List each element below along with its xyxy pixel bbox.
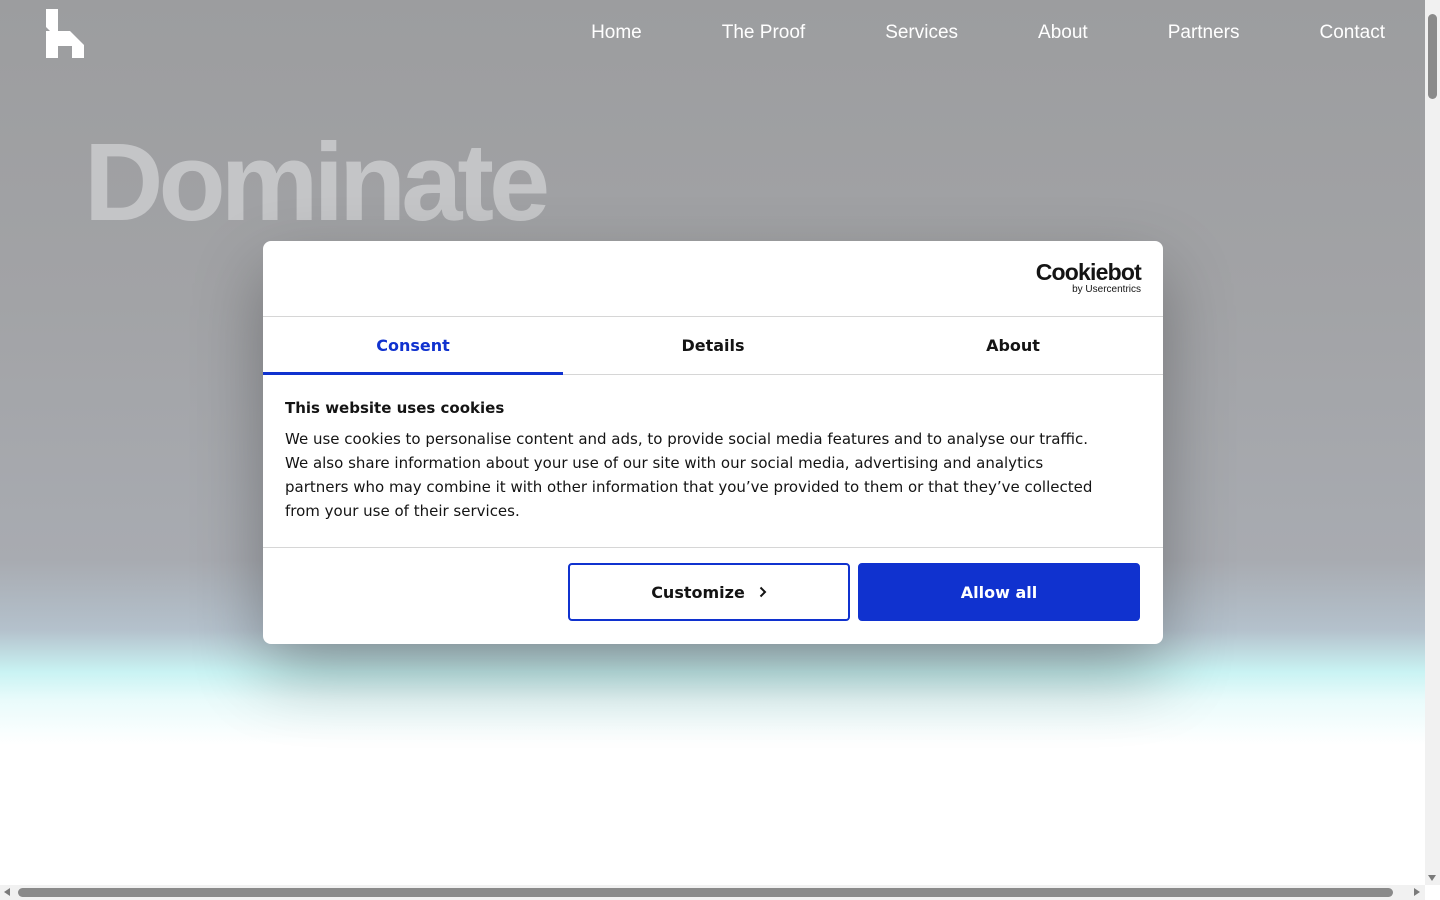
customize-button-label: Customize <box>651 582 745 602</box>
dialog-text: We use cookies to personalise content an… <box>285 430 1093 520</box>
chevron-right-icon <box>759 583 767 602</box>
tab-consent[interactable]: Consent <box>263 317 563 375</box>
dialog-tabs: Consent Details About <box>263 317 1163 375</box>
dialog-header: Cookiebot by Usercentrics <box>263 241 1163 317</box>
allow-all-button[interactable]: Allow all <box>858 563 1140 621</box>
page: Dominate Home The Proof Services About P… <box>0 0 1440 900</box>
cookiebot-logo: Cookiebot by Usercentrics <box>1035 259 1142 296</box>
vertical-scrollbar-thumb[interactable] <box>1428 14 1437 99</box>
nav-item-partners[interactable]: Partners <box>1168 22 1240 44</box>
cookiebot-brand-sub: by Usercentrics <box>1072 284 1141 295</box>
customize-button[interactable]: Customize <box>568 563 850 621</box>
hero-headline: Dominate <box>84 121 550 244</box>
horizontal-scrollbar-thumb[interactable] <box>18 888 1393 897</box>
horizontal-scrollbar[interactable] <box>0 885 1425 900</box>
nav-item-the-proof[interactable]: The Proof <box>722 22 805 44</box>
scroll-right-arrow-icon[interactable] <box>1414 888 1420 896</box>
brand-logo-icon[interactable] <box>46 9 86 59</box>
scrollbar-corner <box>1425 885 1440 900</box>
tab-about[interactable]: About <box>863 317 1163 374</box>
dialog-heading: This website uses cookies <box>285 399 505 417</box>
vertical-scrollbar[interactable] <box>1425 0 1440 885</box>
main-nav: Home The Proof Services About Partners C… <box>591 22 1385 44</box>
nav-item-contact[interactable]: Contact <box>1320 22 1385 44</box>
cookiebot-brand: Cookiebot <box>1035 259 1142 285</box>
scroll-left-arrow-icon[interactable] <box>4 888 10 896</box>
nav-item-services[interactable]: Services <box>885 22 958 44</box>
tab-details[interactable]: Details <box>563 317 863 374</box>
cookie-consent-dialog: Cookiebot by Usercentrics Consent Detail… <box>263 241 1163 644</box>
nav-item-home[interactable]: Home <box>591 22 642 44</box>
scroll-down-arrow-icon[interactable] <box>1428 875 1436 881</box>
dialog-actions: Customize Allow all <box>263 548 1163 644</box>
dialog-body: This website uses cookies We use cookies… <box>263 375 1163 548</box>
nav-item-about[interactable]: About <box>1038 22 1088 44</box>
